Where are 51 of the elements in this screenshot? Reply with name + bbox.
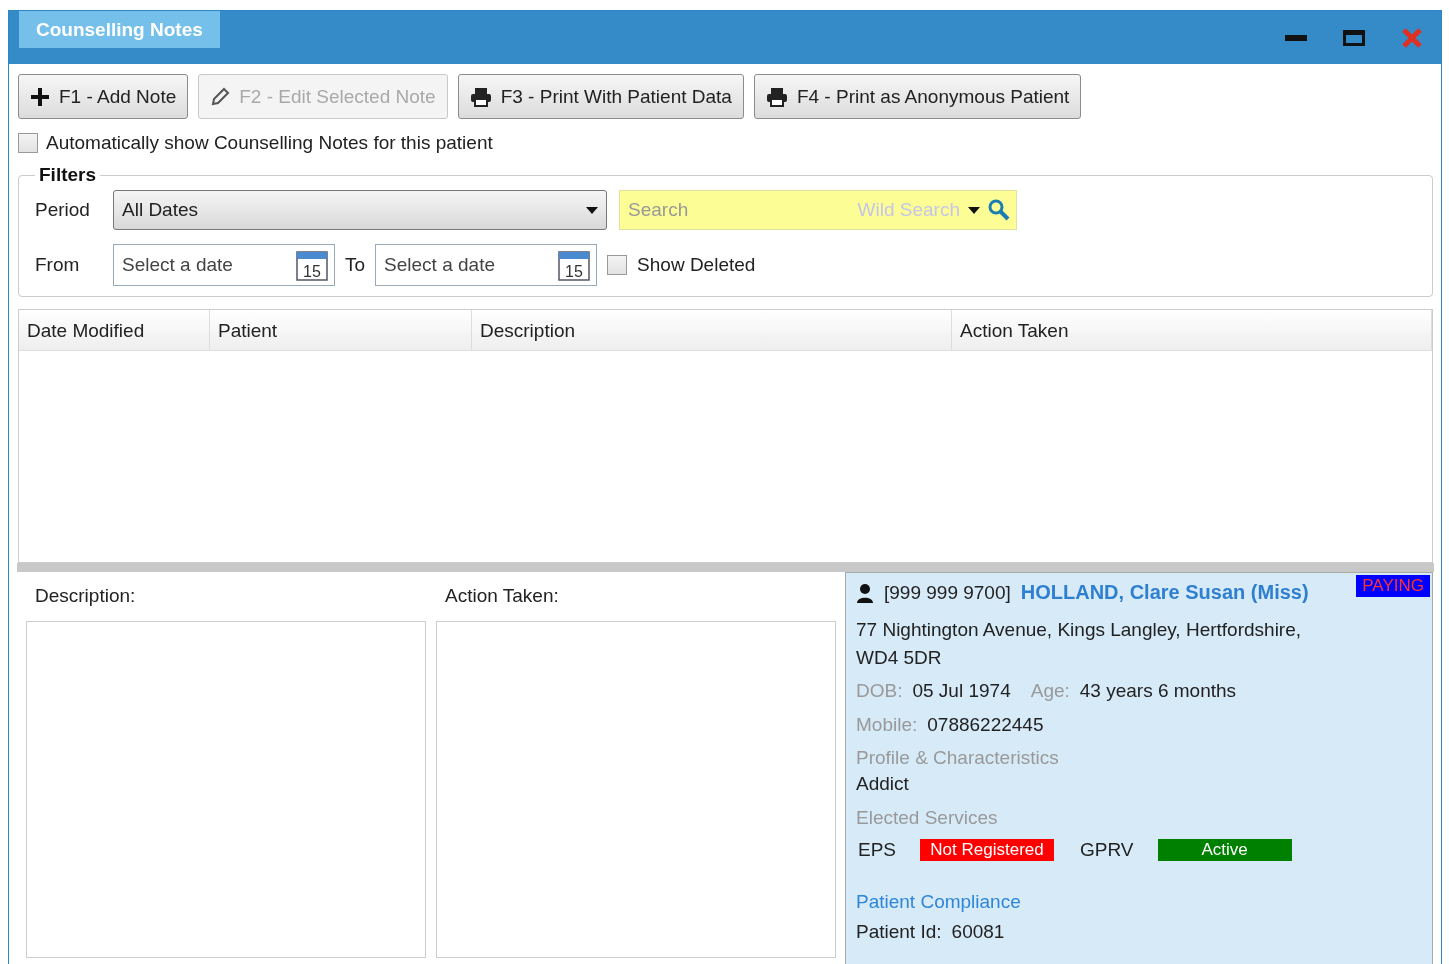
field-label: Age: xyxy=(1030,680,1070,702)
caret-icon xyxy=(586,206,598,214)
field-value: 60081 xyxy=(951,921,1005,943)
status-badge: PAYING xyxy=(1356,575,1430,597)
close-icon[interactable] xyxy=(1401,26,1423,49)
group-title: Filters xyxy=(38,164,98,186)
printer-icon xyxy=(469,86,492,107)
field-value: 43 years 6 months xyxy=(1079,680,1237,702)
field-value: Addict xyxy=(856,773,909,795)
column-header[interactable]: Patient xyxy=(210,310,472,350)
patient-address: 77 Nightington Avenue, Kings Langley, Hertfordshire, WD4 5DR xyxy=(856,618,1303,670)
checkbox[interactable] xyxy=(18,133,38,153)
field-label: To xyxy=(345,254,366,276)
toolbar-button[interactable]: F3 - Print With Patient Data xyxy=(457,74,744,119)
service-name: EPS xyxy=(858,839,897,861)
date-field[interactable]: Select a date 15 xyxy=(113,244,335,286)
service-name: GPRV xyxy=(1080,839,1134,861)
section-heading: Elected Services xyxy=(856,807,998,829)
checkbox-label: Show Deleted xyxy=(637,254,756,276)
printer-icon xyxy=(765,86,788,107)
column-header[interactable]: Description xyxy=(472,310,952,350)
toolbar-button[interactable]: F4 - Print as Anonymous Patient xyxy=(753,74,1082,119)
window-title: Counselling Notes xyxy=(19,11,220,48)
field-value: 05 Jul 1974 xyxy=(912,680,1011,702)
service-status: Not Registered xyxy=(920,839,1055,861)
pencil-icon xyxy=(210,86,231,107)
toolbar-button[interactable]: F1 - Add Note xyxy=(18,74,189,119)
person-icon xyxy=(856,582,874,603)
column-header[interactable]: Date Modified xyxy=(19,310,210,350)
field-label: DOB: xyxy=(856,680,903,702)
service-status: Active xyxy=(1157,839,1292,861)
caret-icon[interactable] xyxy=(968,206,980,214)
field-label: Mobile: xyxy=(856,714,918,736)
checkbox-label: Automatically show Counselling Notes for this patient xyxy=(46,132,493,154)
plus-icon xyxy=(30,86,50,107)
calendar-icon[interactable]: 15 xyxy=(558,249,591,281)
field-label: Patient Id: xyxy=(856,921,942,943)
field-value: 07886222445 xyxy=(927,714,1044,736)
field-label: Action Taken: xyxy=(444,585,560,607)
field-label: Period xyxy=(35,199,91,221)
period-dropdown[interactable]: All Dates xyxy=(113,190,607,230)
section-heading: Profile & Characteristics xyxy=(856,747,1059,769)
date-field[interactable]: Select a date 15 xyxy=(375,244,598,286)
nhs-number: [999 999 9700] xyxy=(884,581,1011,604)
column-header[interactable]: Action Taken xyxy=(952,310,1432,350)
field-label: Description: xyxy=(34,585,137,607)
minimize-icon[interactable] xyxy=(1285,34,1307,41)
calendar-icon[interactable]: 15 xyxy=(296,249,328,281)
search-icon[interactable] xyxy=(988,199,1010,221)
checkbox[interactable] xyxy=(607,255,628,275)
field-label: From xyxy=(35,254,81,276)
